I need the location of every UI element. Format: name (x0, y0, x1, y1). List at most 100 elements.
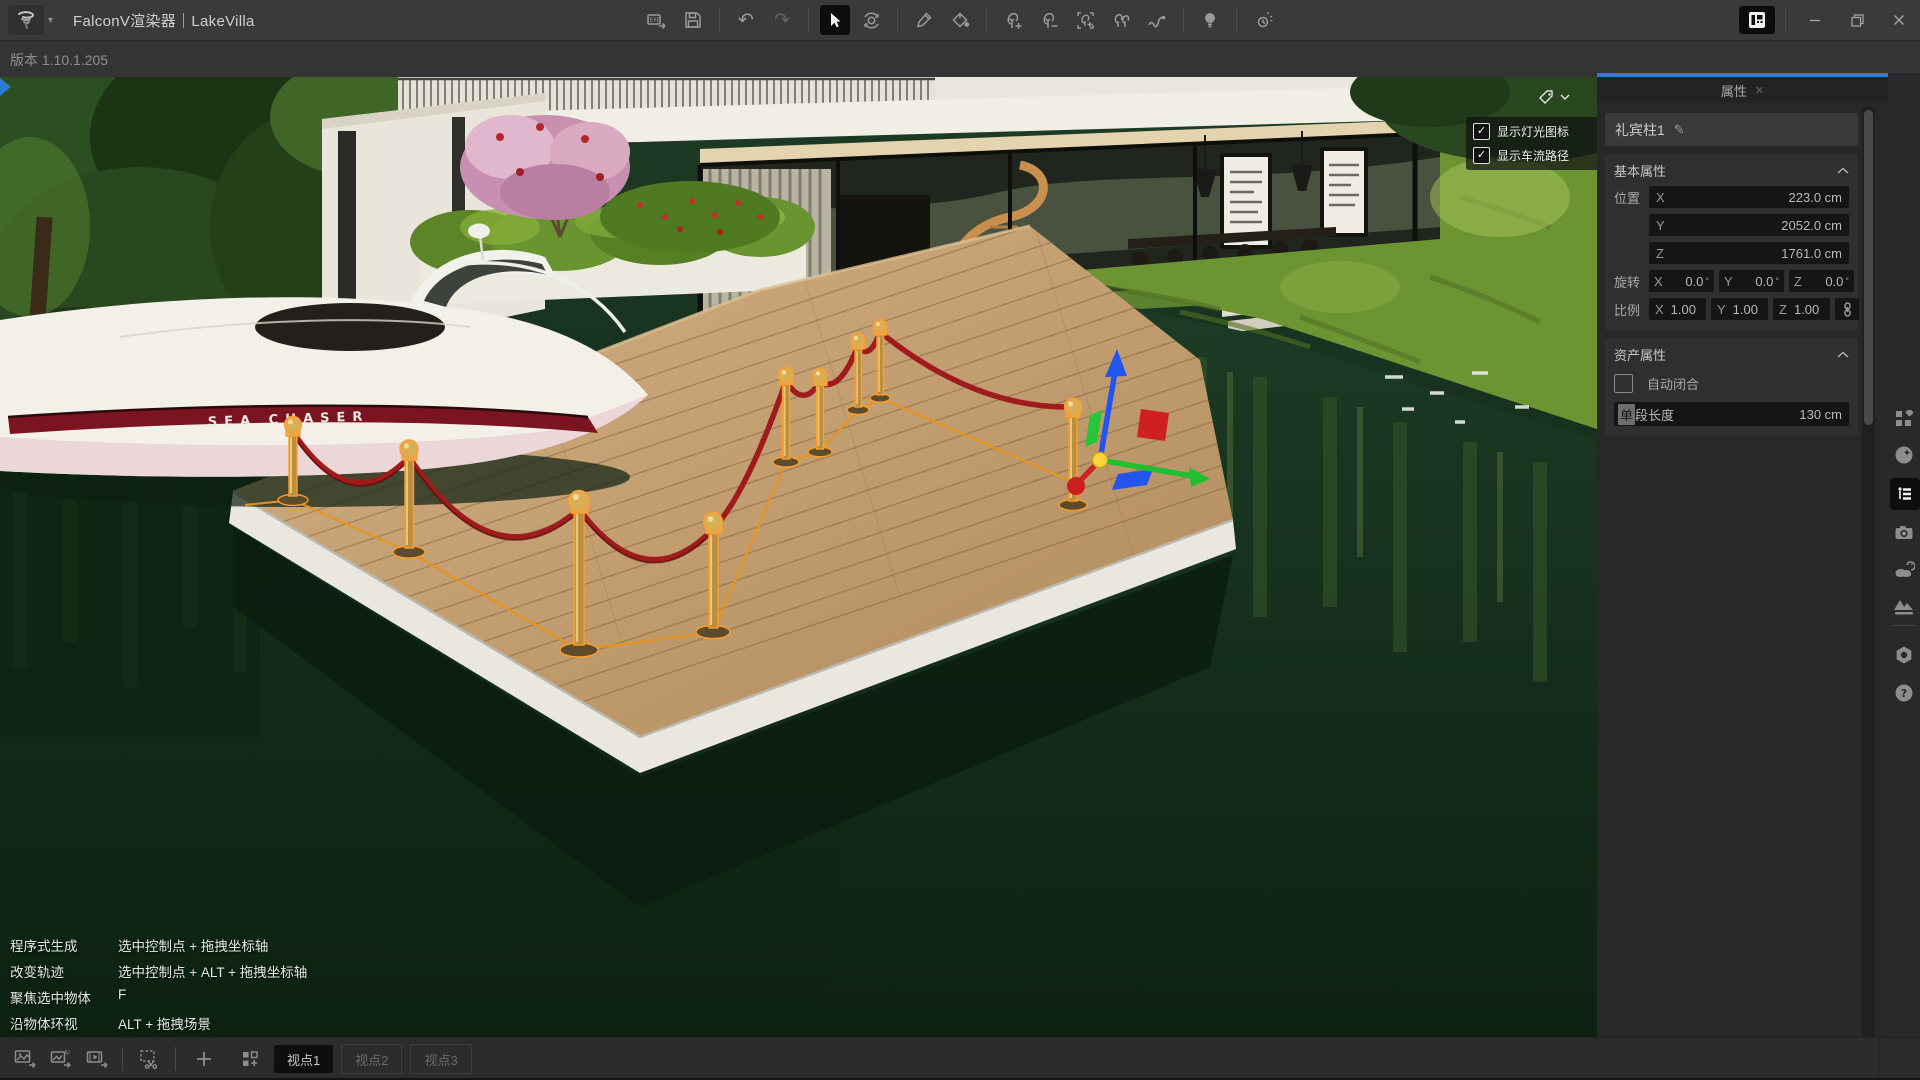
auto-close-row: 自动闭合 (1614, 374, 1849, 393)
right-icon-strip: ? (1888, 73, 1920, 1037)
tree-add-icon[interactable] (998, 5, 1028, 35)
shortcut-action: 程序式生成 (10, 935, 118, 955)
collapse-chevron-icon[interactable] (1837, 167, 1849, 175)
time-of-day-icon[interactable] (1248, 5, 1278, 35)
shortcut-keys: 选中控制点 + ALT + 拖拽坐标轴 (118, 961, 307, 981)
viewport-3d-scene[interactable]: SEA CHASER (0, 77, 1597, 1037)
svg-text:EXE: EXE (650, 18, 661, 24)
export-image-icon[interactable] (10, 1044, 42, 1074)
asset-library-icon[interactable] (1888, 403, 1920, 435)
app-title: FalconV渲染器｜LakeVilla (73, 10, 255, 31)
eyedropper-icon[interactable] (909, 5, 939, 35)
toolbar-separator (1183, 8, 1184, 32)
rotation-y-field[interactable]: Y 0.0 ° (1719, 270, 1784, 292)
basic-section-title: 基本属性 (1614, 161, 1666, 180)
bottombar-right-seam (1878, 1038, 1879, 1080)
close-button[interactable] (1878, 0, 1920, 40)
add-viewpoint-icon[interactable] (188, 1044, 220, 1074)
tree-area-add-icon[interactable] (1070, 5, 1100, 35)
position-x-field[interactable]: X 223.0 cm (1649, 186, 1849, 208)
auto-close-label: 自动闭合 (1647, 374, 1699, 393)
shortcut-keys: ALT + 拖拽场景 (118, 1013, 307, 1033)
light-bulb-icon[interactable] (1195, 5, 1225, 35)
show-light-icons-checkbox[interactable]: ✓ (1473, 123, 1490, 140)
tab-close-icon[interactable]: ✕ (1755, 84, 1764, 97)
help-icon[interactable]: ? (1888, 677, 1920, 709)
window-controls (1739, 0, 1920, 40)
shortcut-action: 沿物体环视 (10, 1013, 118, 1033)
rotation-label: 旋转 (1614, 272, 1644, 291)
redo-icon[interactable]: ↷ (767, 5, 797, 35)
auto-close-checkbox[interactable] (1614, 374, 1633, 393)
save-icon[interactable] (678, 5, 708, 35)
viewpoint-2-button[interactable]: 视点2 (341, 1044, 402, 1074)
scale-x-field[interactable]: X 1.00 (1649, 298, 1706, 320)
position-y-field[interactable]: Y 2052.0 cm (1649, 214, 1849, 236)
tree-remove-icon[interactable] (1034, 5, 1064, 35)
scale-row: 比例 X 1.00 Y 1.00 Z 1.00 (1614, 298, 1849, 320)
logo-chevron-down-icon[interactable]: ▾ (48, 15, 53, 26)
tornado-logo-icon (15, 9, 37, 31)
crop-capture-icon[interactable] (135, 1044, 167, 1074)
select-cursor-icon[interactable] (820, 5, 850, 35)
scale-z-field[interactable]: Z 1.00 (1773, 298, 1830, 320)
rename-pencil-icon[interactable]: ✎ (1674, 122, 1685, 138)
basic-properties-section: 基本属性 位置 X 223.0 cm Y 2052.0 cm (1605, 154, 1858, 330)
object-name-box[interactable]: 礼宾柱1 ✎ (1605, 113, 1858, 146)
viewpoint-3-button[interactable]: 视点3 (410, 1044, 471, 1074)
panel-scrollbar[interactable] (1862, 107, 1875, 1037)
viewport-3d[interactable]: SEA CHASER (0, 77, 1597, 1037)
layout-grid-icon[interactable] (1739, 6, 1775, 34)
orbit-transform-icon[interactable] (856, 5, 886, 35)
position-row-x: 位置 X 223.0 cm (1614, 186, 1849, 208)
scale-y-field[interactable]: Y 1.00 (1711, 298, 1768, 320)
shortcut-action: 改变轨迹 (10, 961, 118, 981)
main-toolbar: EXE ↶ ↷ (642, 0, 1278, 40)
properties-panel: 属性 ✕ 礼宾柱1 ✎ 基本属性 位置 X 223.0 cm Y (1597, 73, 1888, 1037)
export-video-icon[interactable] (82, 1044, 114, 1074)
properties-tab[interactable]: 属性 ✕ (1597, 77, 1888, 103)
object-name: 礼宾柱1 (1615, 120, 1665, 140)
viewport-corner-marker (0, 78, 11, 96)
app-logo[interactable] (8, 5, 44, 35)
weather-icon[interactable] (1888, 554, 1920, 586)
show-light-icons-row[interactable]: ✓ 显示灯光图标 (1473, 123, 1597, 140)
basic-section-header[interactable]: 基本属性 (1614, 161, 1849, 180)
scrollbar-thumb[interactable] (1864, 110, 1873, 425)
properties-tab-title: 属性 (1721, 81, 1747, 100)
rotation-x-field[interactable]: X 0.0 ° (1649, 270, 1714, 292)
gizmo-center (1093, 453, 1108, 468)
show-traffic-paths-checkbox[interactable]: ✓ (1473, 147, 1490, 164)
export-exe-icon[interactable]: EXE (642, 5, 672, 35)
maximize-button[interactable] (1836, 0, 1878, 40)
terrain-icon[interactable] (1888, 591, 1920, 623)
minimize-button[interactable] (1794, 0, 1836, 40)
segment-length-field[interactable]: 单 段长度 130 cm (1614, 402, 1849, 426)
viewpoint-1-button[interactable]: 视点1 (274, 1045, 333, 1073)
object-list-icon[interactable] (1890, 478, 1920, 510)
shortcut-action: 聚焦选中物体 (10, 987, 118, 1007)
settings-icon[interactable] (1888, 639, 1920, 671)
shortcut-keys: 选中控制点 + 拖拽坐标轴 (118, 935, 307, 955)
camera-icon[interactable] (1888, 517, 1920, 549)
toolbar-separator (719, 8, 720, 32)
position-z-field[interactable]: Z 1761.0 cm (1649, 242, 1849, 264)
undo-icon[interactable]: ↶ (731, 5, 761, 35)
svg-text:AI: AI (64, 1050, 70, 1057)
viewport-overlay-panel: ✓ 显示灯光图标 ✓ 显示车流路径 (1466, 117, 1597, 170)
version-label: 版本 1.10.1.205 (10, 50, 108, 70)
show-traffic-paths-row[interactable]: ✓ 显示车流路径 (1473, 147, 1597, 164)
chevron-down-icon (1560, 94, 1570, 101)
collapse-chevron-icon[interactable] (1837, 351, 1849, 359)
material-sphere-icon[interactable] (1888, 439, 1920, 471)
viewpoint-grid-icon[interactable] (234, 1044, 266, 1074)
viewport-display-options[interactable] (1538, 89, 1570, 106)
asset-section-header[interactable]: 资产属性 (1614, 345, 1849, 364)
path-draw-icon[interactable] (1142, 5, 1172, 35)
rotation-z-field[interactable]: Z 0.0 ° (1789, 270, 1854, 292)
scale-link-icon[interactable] (1835, 298, 1859, 320)
tree-brush-icon[interactable] (1106, 5, 1136, 35)
paint-bucket-icon[interactable] (945, 5, 975, 35)
export-ai-image-icon[interactable]: AI (46, 1044, 78, 1074)
gizmo-plane-red (1137, 409, 1169, 441)
